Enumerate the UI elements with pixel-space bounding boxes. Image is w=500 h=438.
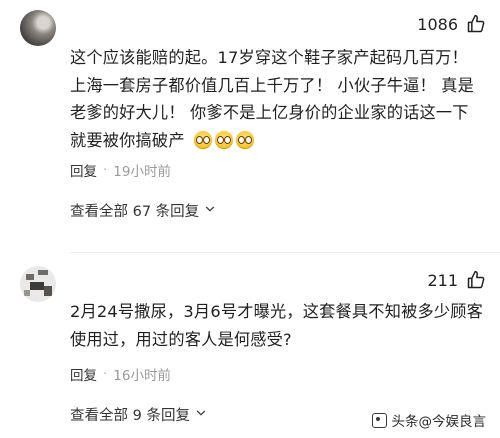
timestamp: 16小时前 (113, 368, 171, 384)
comment-line: 2月24号撒尿，3月6号才曝光，这套餐具不知被多少顾客 (70, 302, 484, 321)
comment-meta: 回复 · 16小时前 (70, 364, 171, 384)
chevron-down-icon (203, 202, 217, 220)
divider (70, 252, 500, 253)
toutiao-logo-icon (371, 412, 387, 428)
comment-line: 使用过，用过的客人是何感受? (70, 329, 292, 349)
reply-button[interactable]: 回复 (70, 364, 97, 384)
like-count: 1086 (417, 14, 458, 34)
comment-line: 老爹的好大儿！ 你爹不是上亿身价的企业家的话这一下 (70, 103, 469, 122)
watermark: 头条@今娱良言 (371, 410, 487, 430)
laughing-emoji-icon (194, 130, 213, 149)
avatar[interactable] (20, 10, 56, 46)
view-replies-button[interactable]: 查看全部 9 条回复 (70, 404, 208, 425)
separator-dot: · (103, 366, 108, 382)
comment-text: 2月24号撒尿，3月6号才曝光，这套餐具不知被多少顾客 使用过，用过的客人是何感… (70, 298, 486, 353)
view-replies-button[interactable]: 查看全部 67 条回复 (70, 200, 217, 221)
thumbs-up-icon (466, 270, 486, 290)
comment-line: 这个应该能赔的起。17岁穿这个鞋子家产起码几百万！ (70, 48, 468, 67)
comment-text: 这个应该能赔的起。17岁穿这个鞋子家产起码几百万！ 上海一套房子都价值几百上千万… (70, 44, 486, 154)
view-replies-label: 查看全部 67 条回复 (70, 204, 200, 220)
view-replies-label: 查看全部 9 条回复 (70, 408, 190, 424)
watermark-text: 头条@今娱良言 (391, 414, 487, 430)
comment-meta: 回复 · 19小时前 (70, 160, 171, 180)
avatar[interactable] (20, 266, 56, 302)
comment-line: 就要被你搞破产 (70, 130, 185, 150)
laughing-emoji-icon (215, 130, 234, 149)
emoji-group (194, 130, 255, 149)
reply-button[interactable]: 回复 (70, 160, 97, 180)
laughing-emoji-icon (236, 130, 255, 149)
comment-line: 上海一套房子都价值几百上千万了！ 小伙子牛逼！ 真是 (70, 75, 474, 95)
thumbs-up-icon (466, 14, 486, 34)
comment-line-with-emoji: 就要被你搞破产 (70, 127, 486, 155)
like-button[interactable]: 1086 (417, 14, 486, 34)
separator-dot: · (103, 162, 108, 178)
timestamp: 19小时前 (113, 164, 171, 180)
like-button[interactable]: 211 (427, 270, 486, 290)
like-count: 211 (427, 270, 458, 290)
chevron-down-icon (194, 406, 208, 424)
comment-item: 1086 这个应该能赔的起。17岁穿这个鞋子家产起码几百万！ 上海一套房子都价值… (0, 0, 500, 253)
